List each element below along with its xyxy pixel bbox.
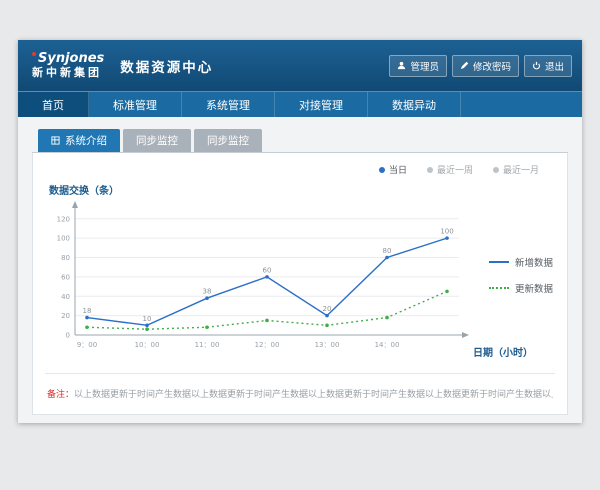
nav-item-system-mgmt[interactable]: 系统管理: [182, 92, 275, 117]
nav-item-standard-mgmt[interactable]: 标准管理: [89, 92, 182, 117]
svg-text:100: 100: [440, 228, 453, 236]
legend-filter-last-month[interactable]: 最近一月: [493, 163, 539, 176]
svg-text:60: 60: [61, 273, 70, 281]
page-title: 数据资源中心: [120, 56, 213, 76]
dot-icon: [493, 167, 499, 173]
svg-text:14：00: 14：00: [375, 341, 400, 349]
svg-text:60: 60: [263, 266, 272, 274]
tab-label: 同步监控: [207, 133, 249, 148]
svg-text:0: 0: [66, 332, 70, 340]
svg-text:38: 38: [203, 288, 212, 296]
power-icon: [532, 61, 541, 70]
tab-label: 系统介绍: [65, 133, 107, 148]
svg-text:10：00: 10：00: [135, 341, 160, 349]
svg-text:10: 10: [143, 315, 152, 323]
svg-text:80: 80: [61, 254, 70, 262]
line-chart: 0 20 40 60 80 100 120 9：00 10：00 11：00 12：00 13：00 1…: [43, 199, 473, 363]
remark: 备注：以上数据更新于时间产生数据以上数据更新于时间产生数据以上数据更新于时间产生…: [47, 374, 553, 400]
remark-text: 以上数据更新于时间产生数据以上数据更新于时间产生数据以上数据更新于时间产生数据以…: [74, 390, 553, 400]
x-axis-label: 日期（小时）: [473, 344, 533, 359]
remark-label: 备注：: [47, 390, 74, 400]
chart-area: 0 20 40 60 80 100 120 9：00 10：00 11：00 12：00 13：00 1…: [33, 199, 567, 363]
tab-sync-monitor-1[interactable]: 同步监控: [123, 129, 191, 152]
logo-text: Synjones: [38, 51, 104, 66]
grid-icon: [51, 136, 60, 145]
user-icon: [397, 61, 406, 70]
content-panel: 当日 最近一周 最近一月 数据交换（条） 0 20 40 60 80 100 120 9：00…: [32, 153, 568, 415]
logout-button[interactable]: 退出: [524, 55, 572, 77]
edit-icon: [460, 61, 469, 70]
svg-text:11：00: 11：00: [195, 341, 220, 349]
content: 系统介绍 同步监控 同步监控 当日 最近一周 最近一月 数据交换（条） 0 20 4…: [18, 117, 582, 415]
nav-item-data-change[interactable]: 数据异动: [368, 92, 461, 117]
change-password-label: 修改密码: [473, 59, 511, 73]
tab-bar: 系统介绍 同步监控 同步监控: [32, 129, 568, 153]
legend-filter-last-week[interactable]: 最近一周: [427, 163, 473, 176]
app-header: Synjones 新中新集团 数据资源中心 管理员 修改密码 退出: [18, 40, 582, 91]
tab-system-intro[interactable]: 系统介绍: [38, 129, 120, 152]
svg-text:20: 20: [61, 312, 70, 320]
line-swatch-icon: [489, 287, 509, 289]
svg-text:40: 40: [61, 293, 70, 301]
svg-text:120: 120: [57, 215, 70, 223]
line-chart-svg: 0 20 40 60 80 100 120 9：00 10：00 11：00 12：00 13：00 1…: [43, 199, 473, 359]
header-actions: 管理员 修改密码 退出: [389, 55, 572, 77]
tab-sync-monitor-2[interactable]: 同步监控: [194, 129, 262, 152]
svg-text:12：00: 12：00: [255, 341, 280, 349]
admin-button[interactable]: 管理员: [389, 55, 447, 77]
app-window: Synjones 新中新集团 数据资源中心 管理员 修改密码 退出 首页 标准管…: [18, 40, 582, 423]
legend-filter-today[interactable]: 当日: [379, 163, 407, 176]
line-swatch-icon: [489, 261, 509, 263]
svg-text:100: 100: [57, 235, 70, 243]
tab-label: 同步监控: [136, 133, 178, 148]
chart-filter-legend: 当日 最近一周 最近一月: [33, 153, 567, 176]
logo-mark-icon: [32, 52, 36, 56]
dot-icon: [427, 167, 433, 173]
change-password-button[interactable]: 修改密码: [452, 55, 519, 77]
logout-button-label: 退出: [545, 59, 564, 73]
svg-text:20: 20: [323, 305, 332, 313]
logo-subtext: 新中新集团: [32, 66, 104, 80]
series-legend-new-data[interactable]: 新增数据: [489, 255, 553, 269]
svg-text:13：00: 13：00: [315, 341, 340, 349]
svg-text:18: 18: [83, 307, 92, 315]
svg-text:80: 80: [383, 247, 392, 255]
dot-icon: [379, 167, 385, 173]
y-axis-label: 数据交换（条）: [33, 176, 567, 199]
nav-item-home[interactable]: 首页: [18, 92, 89, 117]
main-nav: 首页 标准管理 系统管理 对接管理 数据异动: [18, 91, 582, 117]
logo: Synjones 新中新集团: [32, 52, 104, 80]
svg-text:9：00: 9：00: [77, 341, 97, 349]
admin-button-label: 管理员: [410, 59, 439, 73]
nav-item-connection-mgmt[interactable]: 对接管理: [275, 92, 368, 117]
series-legend-update-data[interactable]: 更新数据: [489, 281, 553, 295]
